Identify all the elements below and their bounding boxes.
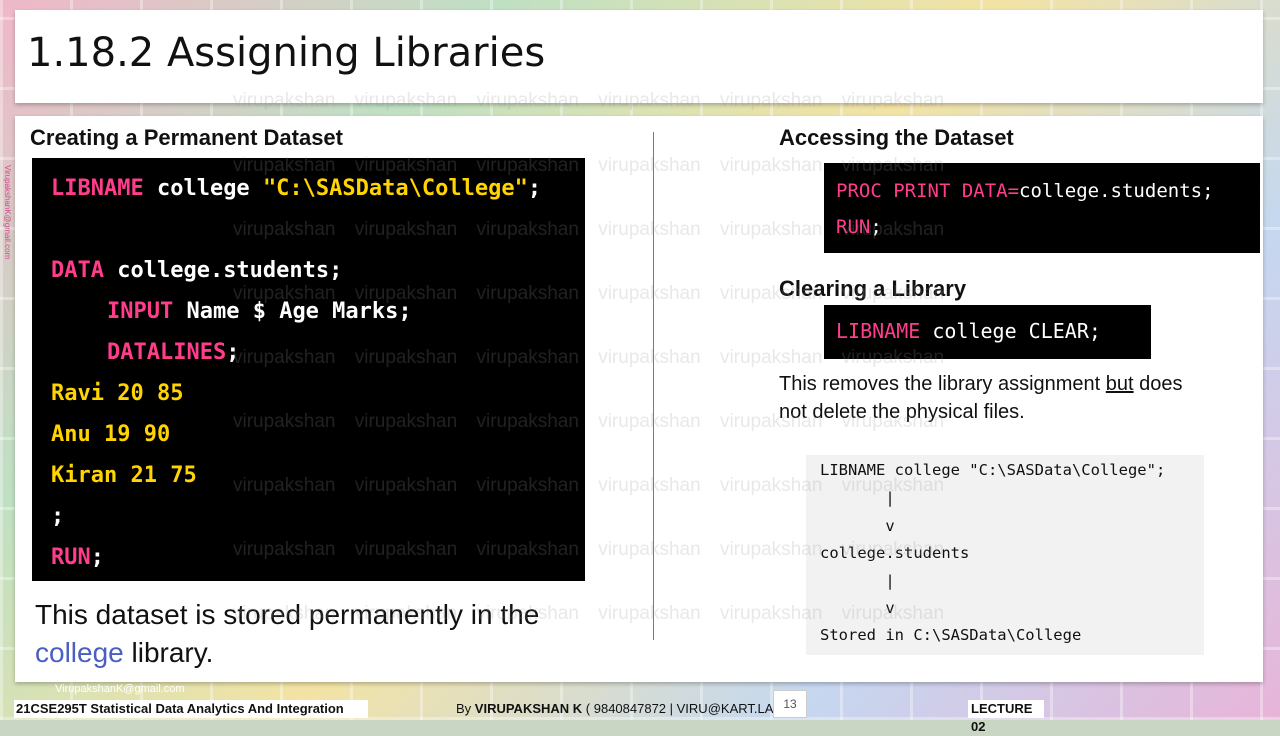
code-line-run-access: RUN; <box>836 216 882 238</box>
code-line-libname-clear: LIBNAME college CLEAR; <box>836 319 1101 343</box>
watermark-email-side: VirupakshanK@gmail.com <box>3 165 12 260</box>
code-line-run: RUN; <box>51 545 104 570</box>
flow-step-storage: Stored in C:\SASData\College <box>820 626 1082 644</box>
code-block-create-dataset: LIBNAME college "C:\SASData\College"; DA… <box>32 158 585 581</box>
flow-connector: | <box>820 489 895 507</box>
slide-title: 1.18.2 Assigning Libraries <box>27 30 546 76</box>
code-line-row-anu: Anu 19 90 <box>51 422 171 447</box>
page-number: 13 <box>773 690 807 718</box>
flow-arrow: v <box>820 517 895 535</box>
code-line-input: INPUT Name $ Age Marks; <box>107 299 412 324</box>
code-line-proc-print: PROC PRINT DATA=college.students; <box>836 180 1214 202</box>
code-line-terminator: ; <box>51 504 65 529</box>
title-bar: 1.18.2 Assigning Libraries <box>15 10 1263 103</box>
heading-create-dataset: Creating a Permanent Dataset <box>30 125 343 150</box>
code-line-data: DATA college.students; <box>51 258 343 283</box>
heading-access-dataset: Accessing the Dataset <box>779 125 1014 150</box>
clear-library-note: This removes the library assignment but … <box>779 373 1183 423</box>
footer-course-label: 21CSE295T Statistical Data Analytics And… <box>14 700 368 718</box>
code-line-row-ravi: Ravi 20 85 <box>51 381 184 406</box>
flow-connector: | <box>820 572 895 590</box>
library-flow-diagram: LIBNAME college "C:\SASData\College"; | … <box>806 455 1204 655</box>
code-line-row-kiran: Kiran 21 75 <box>51 463 197 488</box>
code-line-datalines: DATALINES; <box>107 340 240 365</box>
heading-clear-library: Clearing a Library <box>779 276 967 301</box>
watermark-email-bottom: VirupakshanK@gmail.com <box>55 683 185 695</box>
flow-arrow: v <box>820 599 895 617</box>
permanent-dataset-note: This dataset is stored permanently in th… <box>35 599 540 668</box>
footer-author-info: By VIRUPAKSHAN K ( 9840847872 | VIRU@KAR… <box>456 701 774 716</box>
code-line-libname: LIBNAME college "C:\SASData\College"; <box>51 176 542 201</box>
code-block-access-dataset: PROC PRINT DATA=college.students; RUN; <box>824 163 1260 253</box>
footer-lecture-label: LECTURE 02 <box>968 700 1044 734</box>
library-name-highlight: college <box>35 637 124 668</box>
flow-step-libname: LIBNAME college "C:\SASData\College"; <box>820 461 1166 479</box>
flow-step-dataset: college.students <box>820 544 970 562</box>
column-divider <box>653 132 654 640</box>
code-block-clear-library: LIBNAME college CLEAR; <box>824 305 1151 359</box>
